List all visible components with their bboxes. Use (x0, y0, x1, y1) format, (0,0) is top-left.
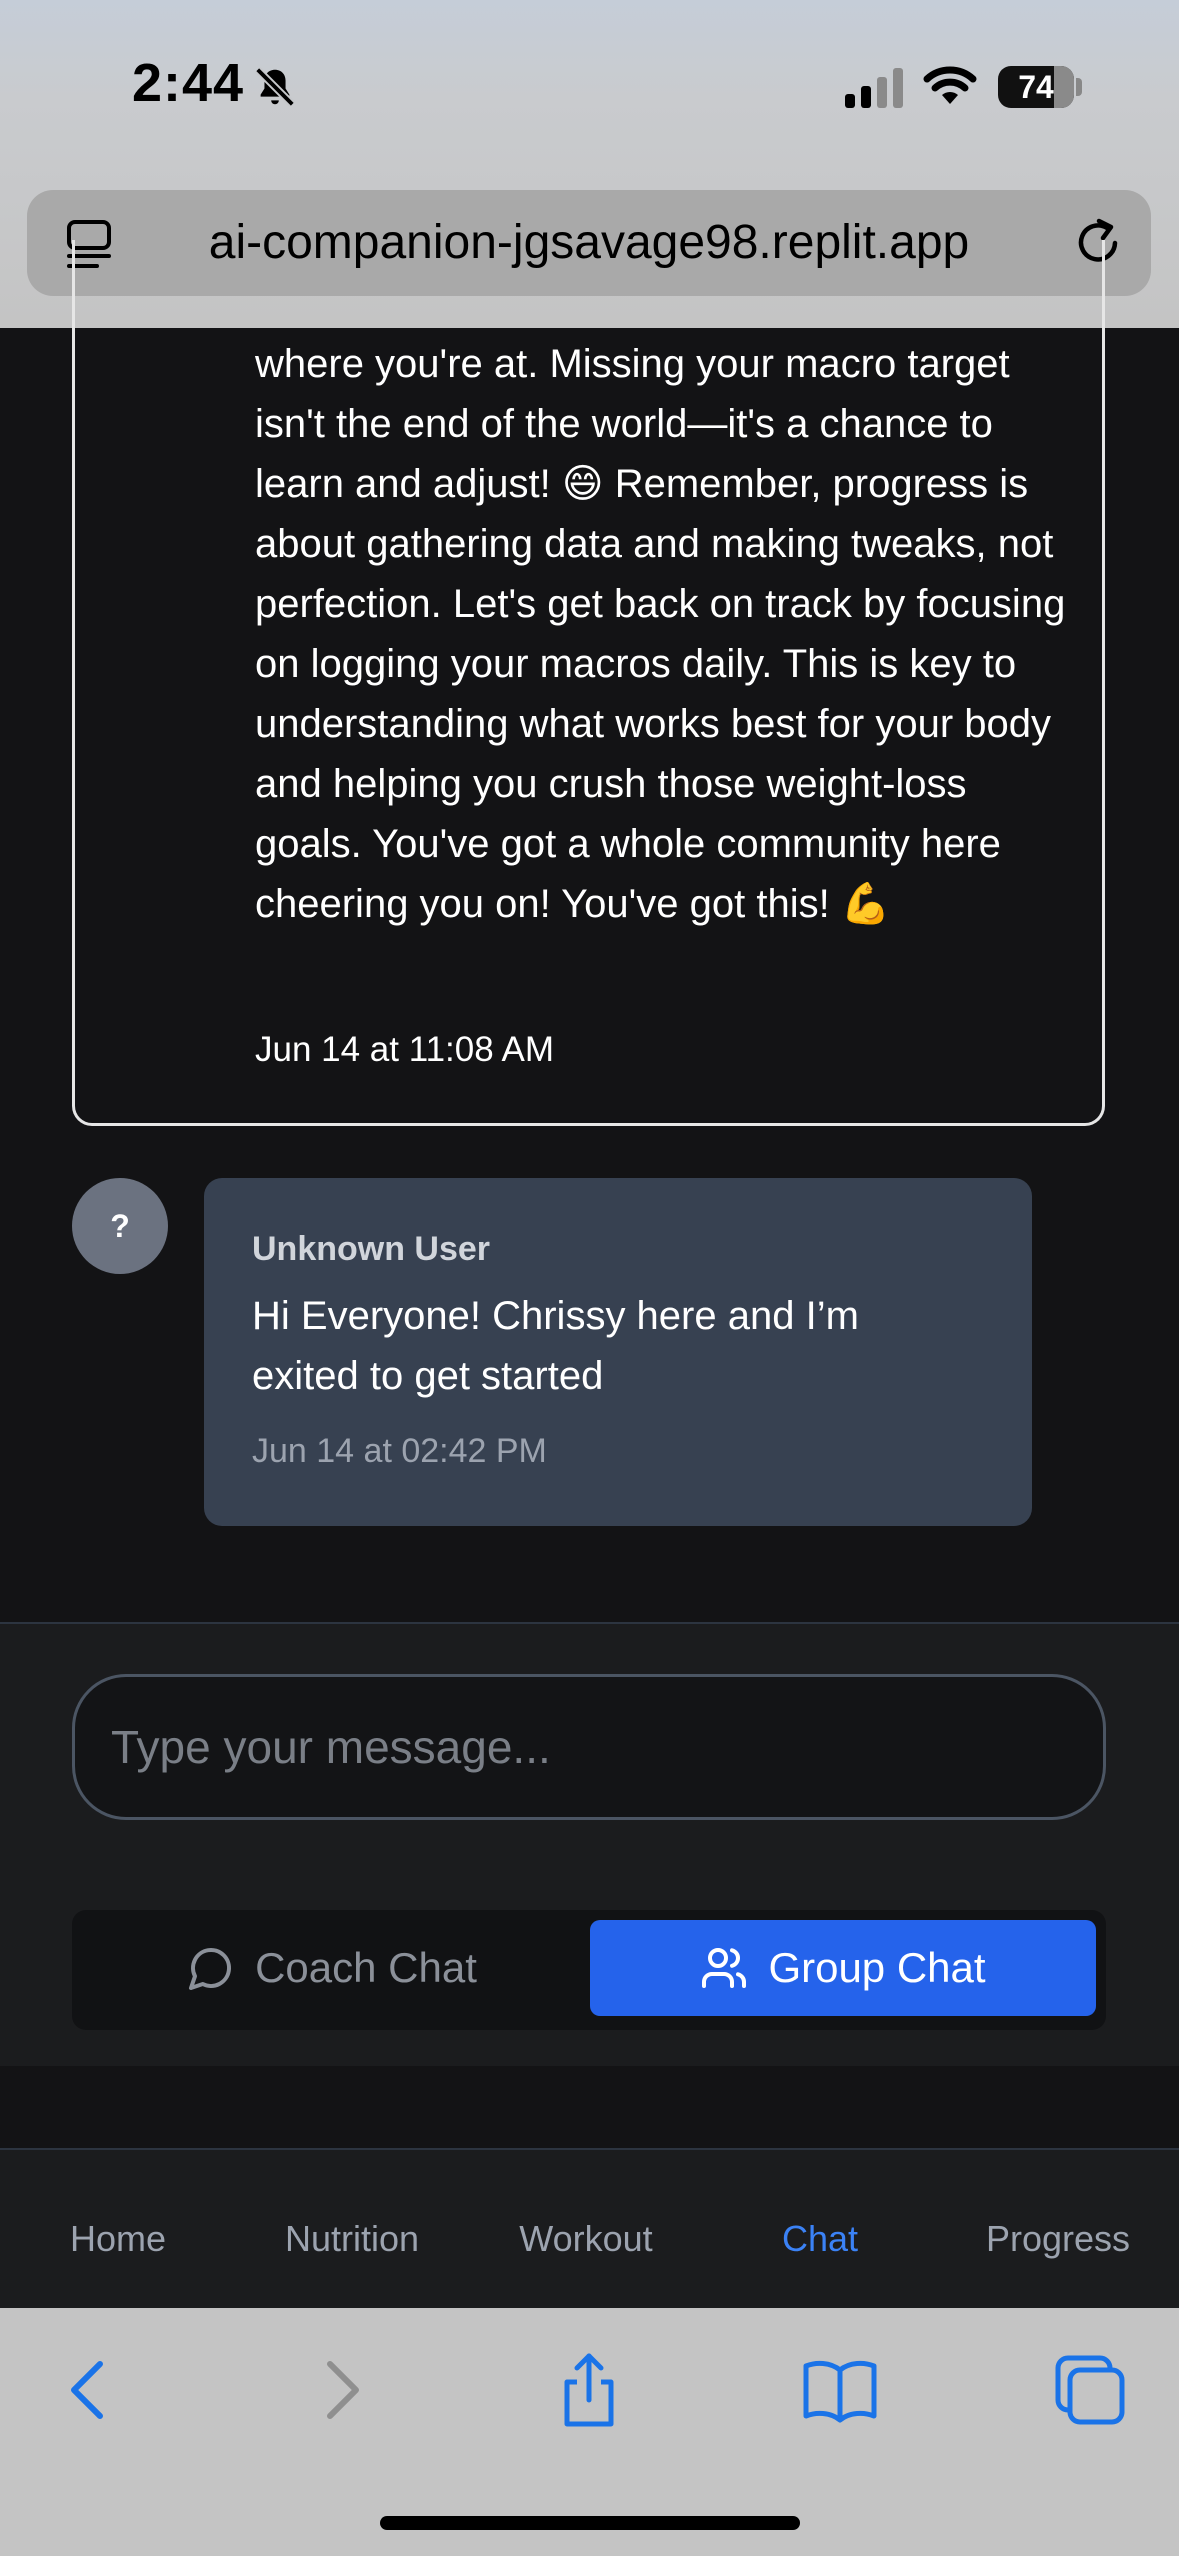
coach-chat-button[interactable]: Coach Chat (82, 1920, 582, 2016)
wifi-icon (923, 66, 977, 104)
status-bar: 2:44 74 (0, 0, 1179, 170)
nav-progress[interactable]: Progress (958, 2150, 1158, 2310)
battery-level: 74 (1018, 69, 1054, 105)
share-icon[interactable] (549, 2350, 629, 2430)
nav-chat[interactable]: Chat (720, 2150, 920, 2310)
avatar: ? (72, 1178, 168, 1274)
battery-icon: 74 (998, 66, 1074, 108)
nav-nutrition[interactable]: Nutrition (252, 2150, 452, 2310)
tabs-icon[interactable] (1050, 2350, 1130, 2430)
home-indicator (380, 2516, 800, 2530)
message-composer (0, 1622, 1179, 1876)
nav-workout[interactable]: Workout (486, 2150, 686, 2310)
cellular-signal-icon (845, 68, 903, 108)
chat-bubble-icon (189, 1948, 232, 1990)
bookmarks-icon[interactable] (800, 2350, 880, 2430)
group-chat-label: Group Chat (768, 1944, 986, 1991)
bottom-nav: Home Nutrition Workout Chat Progress (0, 2148, 1179, 2310)
user-message-bubble: Unknown User Hi Everyone! Chrissy here a… (204, 1178, 1032, 1526)
forward-icon[interactable] (302, 2350, 382, 2430)
nav-home[interactable]: Home (18, 2150, 218, 2310)
bell-slash-icon (255, 67, 295, 107)
coach-chat-label: Coach Chat (255, 1944, 477, 1991)
group-chat-button[interactable]: Group Chat (590, 1920, 1096, 2016)
chat-mode-area: Coach Chat Group Chat (0, 1874, 1179, 2066)
message-input[interactable] (72, 1674, 1106, 1820)
battery-nub (1076, 78, 1082, 96)
user-message-text: Hi Everyone! Chrissy here and I’m exited… (252, 1294, 859, 1398)
users-icon (702, 1948, 747, 1988)
user-message-time: Jun 14 at 02:42 PM (252, 1432, 547, 1470)
coach-message-text: where you're at. Missing your macro targ… (255, 342, 1066, 926)
chat-mode-toggle: Coach Chat Group Chat (72, 1910, 1106, 2030)
message-sender-name: Unknown User (252, 1230, 491, 1268)
status-time: 2:44 (132, 53, 245, 113)
coach-message-time: Jun 14 at 11:08 AM (255, 1030, 555, 1069)
back-icon[interactable] (48, 2350, 128, 2430)
